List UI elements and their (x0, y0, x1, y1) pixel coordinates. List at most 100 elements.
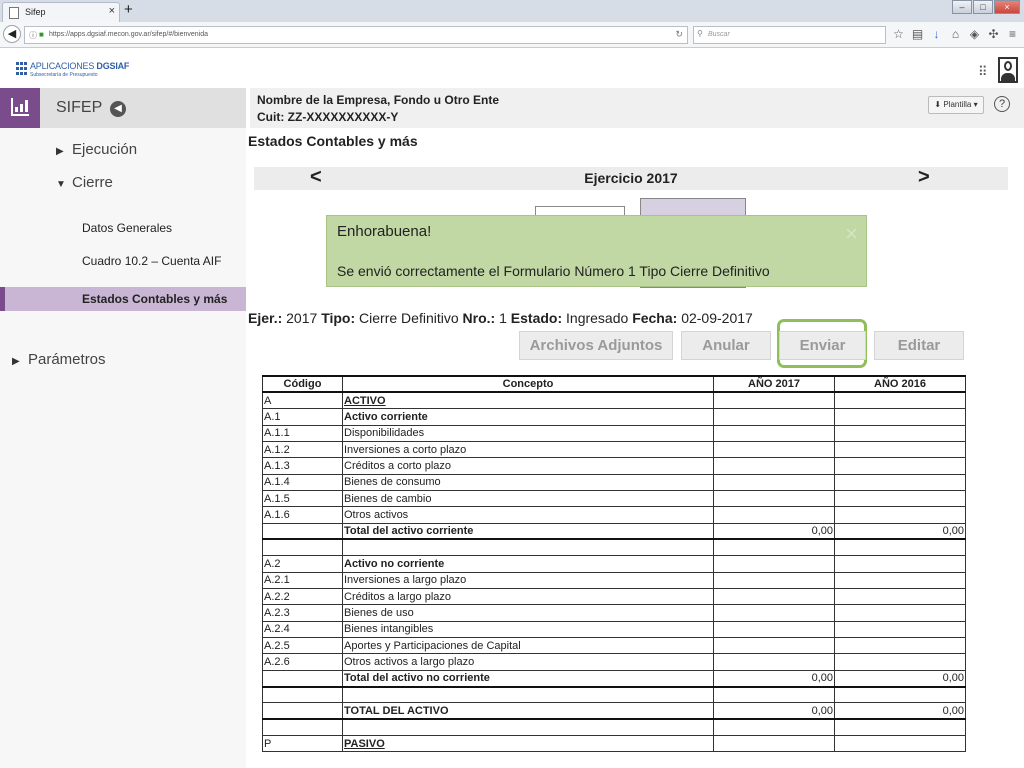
browser-toolbar: ☆ ▤ ↓ ⌂ ◈ ✣ ≡ (892, 27, 1019, 41)
row-value-2016[interactable] (834, 620, 966, 639)
row-concept (342, 538, 714, 557)
row-value-2016[interactable] (834, 587, 966, 606)
row-code: A.1.2 (262, 440, 343, 459)
sidebar-subitem-cuadro[interactable]: Cuadro 10.2 – Cuenta AIF (82, 254, 221, 268)
extension-icon[interactable]: ✣ (987, 27, 1000, 41)
row-value-2016[interactable]: 0,00 (834, 702, 966, 721)
sidebar-item-parametros[interactable]: ▶ Parámetros (12, 351, 106, 368)
row-value-2016[interactable] (834, 489, 966, 508)
row-value-2016[interactable] (834, 408, 966, 426)
row-value-2017[interactable] (713, 538, 835, 557)
row-value-2017[interactable] (713, 653, 835, 671)
column-header: AÑO 2016 (834, 374, 966, 393)
row-concept: Otros activos a largo plazo (342, 653, 714, 671)
new-tab-button[interactable]: + (124, 1, 133, 18)
sidebar-subitem-estados-contables[interactable]: Estados Contables y más (0, 287, 246, 311)
row-value-2017[interactable] (713, 440, 835, 459)
app-header: APLICACIONES DGSIAF Subsecretaría de Pre… (0, 48, 1024, 88)
row-value-2016[interactable] (834, 604, 966, 622)
row-value-2016[interactable] (834, 506, 966, 524)
plantilla-button[interactable]: ⬇ Plantilla ▾ (928, 96, 984, 114)
row-code: A.1.3 (262, 457, 343, 475)
editar-button[interactable]: Editar (874, 331, 964, 360)
minimize-icon[interactable]: – (952, 0, 972, 14)
row-value-2017[interactable]: 0,00 (713, 702, 835, 721)
browser-tab[interactable]: Sifep × (2, 2, 120, 22)
row-value-2017[interactable] (713, 571, 835, 589)
window-close-icon[interactable]: × (994, 0, 1020, 14)
download-icon[interactable]: ↓ (930, 27, 943, 41)
row-value-2016[interactable] (834, 538, 966, 557)
sidebar-item-ejecucion[interactable]: ▶ Ejecución (56, 141, 137, 158)
menu-icon[interactable]: ≡ (1006, 27, 1019, 41)
row-value-2016[interactable]: 0,00 (834, 669, 966, 688)
row-value-2017[interactable]: 0,00 (713, 669, 835, 688)
download-icon: ⬇ (934, 100, 944, 109)
row-value-2016[interactable] (834, 571, 966, 589)
row-value-2017[interactable] (713, 555, 835, 573)
row-concept: Total del activo corriente (342, 522, 714, 541)
row-value-2016[interactable] (834, 457, 966, 475)
row-value-2017[interactable] (713, 718, 835, 737)
row-value-2017[interactable] (713, 408, 835, 426)
reading-list-icon[interactable]: ▤ (911, 27, 924, 41)
row-value-2016[interactable] (834, 391, 966, 410)
user-avatar-icon[interactable] (998, 57, 1018, 83)
url-bar[interactable]: ⓘ ■ https://apps.dgsiaf.mecon.gov.ar/sif… (24, 26, 688, 44)
row-concept: Total del activo no corriente (342, 669, 714, 688)
back-arrow-icon[interactable]: ◀ (3, 25, 21, 43)
info-icon[interactable]: ⓘ (29, 30, 37, 41)
apps-grid-icon[interactable]: ⠿ (978, 64, 988, 80)
next-year-button[interactable]: > (918, 166, 930, 189)
collapse-arrow-icon[interactable]: ◀ (110, 101, 126, 117)
row-value-2017[interactable] (713, 587, 835, 606)
help-icon[interactable]: ? (994, 96, 1010, 112)
sidebar-subitem-datos-generales[interactable]: Datos Generales (82, 221, 172, 235)
row-value-2017[interactable] (713, 506, 835, 524)
row-value-2016[interactable]: 0,00 (834, 522, 966, 541)
row-value-2017[interactable] (713, 620, 835, 639)
company-cuit: Cuit: ZZ-XXXXXXXXXX-Y (257, 110, 399, 124)
row-value-2016[interactable] (834, 440, 966, 459)
anular-button[interactable]: Anular (681, 331, 771, 360)
chevron-right-icon: ▶ (12, 356, 20, 367)
row-value-2017[interactable] (713, 391, 835, 410)
prev-year-button[interactable]: < (310, 166, 322, 189)
row-value-2017[interactable] (713, 686, 835, 704)
row-value-2016[interactable] (834, 424, 966, 442)
tab-close-icon[interactable]: × (109, 5, 115, 17)
row-concept: Créditos a largo plazo (342, 587, 714, 606)
row-value-2017[interactable] (713, 604, 835, 622)
row-value-2016[interactable] (834, 653, 966, 671)
row-value-2017[interactable] (713, 636, 835, 655)
sidebar-item-cierre[interactable]: ▼ Cierre (56, 174, 113, 191)
row-value-2017[interactable] (713, 735, 835, 753)
row-value-2017[interactable] (713, 457, 835, 475)
row-value-2016[interactable] (834, 555, 966, 573)
row-value-2016[interactable] (834, 686, 966, 704)
alert-title: Enhorabuena! (337, 223, 432, 240)
row-concept: Bienes de consumo (342, 473, 714, 491)
table-header-row: Código Concepto AÑO 2017 AÑO 2016 (262, 374, 966, 393)
browser-search-input[interactable]: ⚲ Buscar (693, 26, 886, 44)
home-icon[interactable]: ⌂ (949, 27, 962, 41)
row-value-2017[interactable]: 0,00 (713, 522, 835, 541)
row-value-2016[interactable] (834, 473, 966, 491)
logo-subtitle: Subsecretaría de Presupuesto (30, 72, 98, 78)
alert-close-icon[interactable]: × (845, 223, 858, 245)
row-value-2017[interactable] (713, 489, 835, 508)
row-value-2017[interactable] (713, 473, 835, 491)
row-value-2017[interactable] (713, 424, 835, 442)
row-value-2016[interactable] (834, 718, 966, 737)
archivos-adjuntos-button[interactable]: Archivos Adjuntos (519, 331, 673, 360)
bookmark-star-icon[interactable]: ☆ (892, 27, 905, 41)
row-value-2016[interactable] (834, 636, 966, 655)
maximize-icon[interactable]: □ (973, 0, 993, 14)
row-value-2016[interactable] (834, 735, 966, 753)
row-code: A.2.3 (262, 604, 343, 622)
enviar-button[interactable]: Enviar (779, 331, 866, 360)
reload-icon[interactable]: ↻ (675, 29, 683, 40)
pocket-icon[interactable]: ◈ (968, 27, 981, 41)
row-concept: Activo corriente (342, 408, 714, 426)
sidebar-item-label: Parámetros (28, 351, 106, 368)
